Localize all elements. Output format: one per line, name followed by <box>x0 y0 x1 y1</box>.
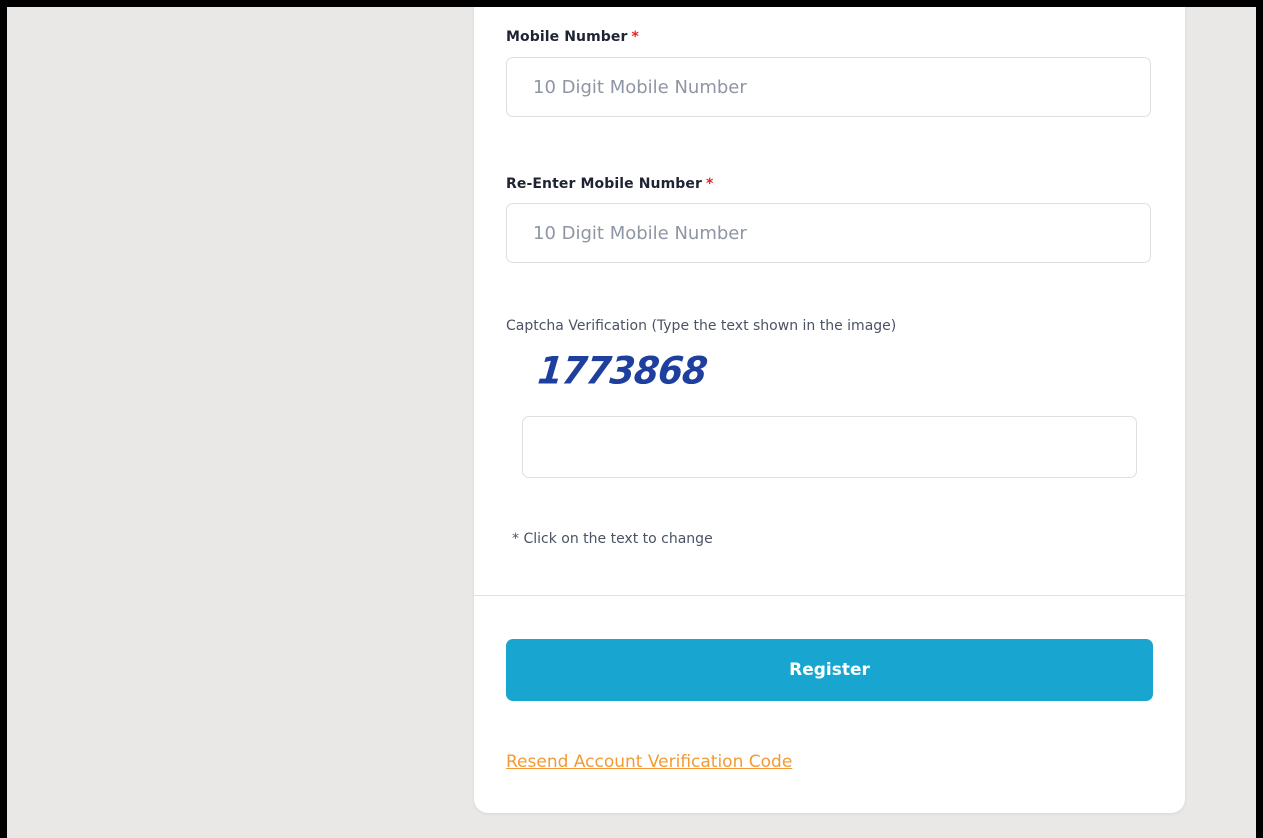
captcha-label: Captcha Verification (Type the text show… <box>506 318 897 334</box>
resend-verification-code-link[interactable]: Resend Account Verification Code <box>506 752 792 772</box>
mobile-number-input[interactable] <box>506 57 1151 117</box>
required-marker: * <box>631 29 639 45</box>
reenter-mobile-number-label-text: Re-Enter Mobile Number <box>506 176 703 192</box>
page-background: Mobile Number* Re-Enter Mobile Number* C… <box>7 7 1256 838</box>
register-button[interactable]: Register <box>506 639 1153 701</box>
divider <box>474 595 1185 596</box>
mobile-number-label-text: Mobile Number <box>506 29 628 45</box>
reenter-mobile-number-input[interactable] <box>506 203 1151 263</box>
reenter-mobile-number-label: Re-Enter Mobile Number * <box>506 176 713 192</box>
required-marker: * <box>706 176 714 192</box>
captcha-input[interactable] <box>522 416 1137 478</box>
mobile-number-label: Mobile Number * <box>506 29 639 45</box>
registration-card: Mobile Number* Re-Enter Mobile Number* C… <box>474 7 1185 813</box>
captcha-hint: * Click on the text to change <box>512 531 713 547</box>
captcha-image[interactable]: 1773868 <box>536 350 709 393</box>
